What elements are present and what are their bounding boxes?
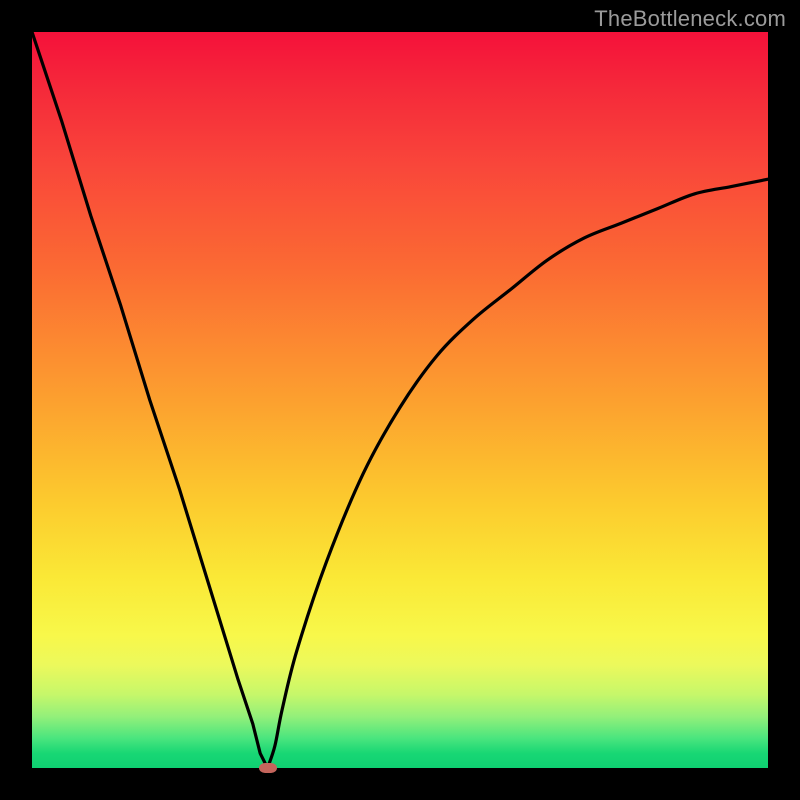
chart-frame: TheBottleneck.com xyxy=(0,0,800,800)
plot-area xyxy=(32,32,768,768)
minimum-marker xyxy=(259,763,277,773)
bottleneck-curve xyxy=(32,32,768,768)
watermark-text: TheBottleneck.com xyxy=(594,6,786,32)
